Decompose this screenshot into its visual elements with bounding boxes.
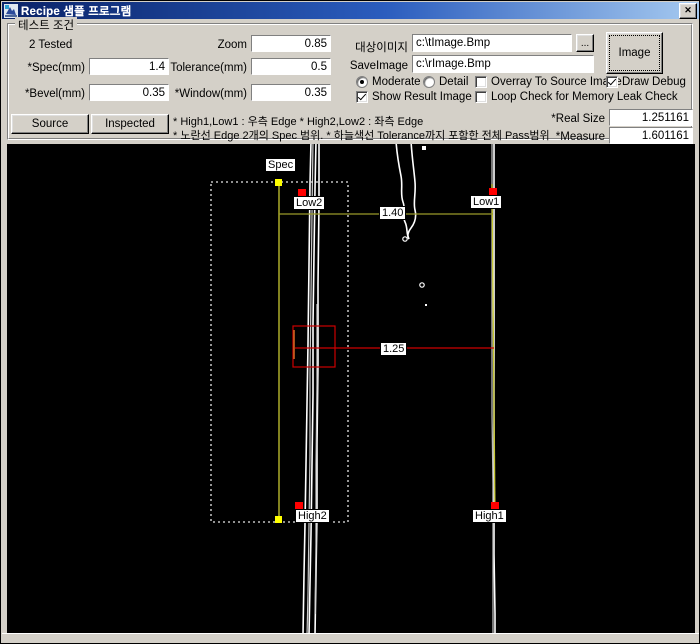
checkbox-loop-check[interactable]: Loop Check for Memory Leak Check xyxy=(475,91,678,103)
spec-input[interactable]: 1.4 xyxy=(89,58,169,75)
high1-marker-label: High1 xyxy=(472,509,507,523)
spec-marker-top xyxy=(275,179,282,186)
bevel-input[interactable]: 0.35 xyxy=(89,84,169,101)
window-controls: ✕ xyxy=(679,2,697,19)
save-image-label: SaveImage xyxy=(349,60,408,72)
save-image-input[interactable]: c:\rImage.Bmp xyxy=(412,55,594,73)
measure-roi-box xyxy=(292,325,336,368)
zoom-label: Zoom xyxy=(217,39,247,51)
checkbox-loop-check-label: Loop Check for Memory Leak Check xyxy=(491,91,678,103)
inspected-button[interactable]: Inspected xyxy=(91,114,169,134)
radio-detail-dot xyxy=(423,76,435,88)
target-image-label: 대상이미지 xyxy=(355,42,408,54)
checkbox-overray-box xyxy=(475,76,487,88)
artifact-node xyxy=(402,236,408,242)
zoom-input[interactable]: 0.85 xyxy=(251,35,331,52)
edge-trace-left-secondary xyxy=(306,144,318,635)
recipe-app-icon xyxy=(4,3,18,18)
radio-detail[interactable]: Detail xyxy=(423,76,468,88)
high2-marker-label: High2 xyxy=(295,509,330,523)
low2-marker-label: Low2 xyxy=(293,196,326,210)
legend-line-2: * 노란선 Edge 2개의 Spec 범위. * 하늘색선 Tolerance… xyxy=(173,130,550,142)
tolerance-input[interactable]: 0.5 xyxy=(251,58,331,75)
measure-output: 1.601161 xyxy=(609,127,693,144)
real-size-label: *Real Size xyxy=(551,113,605,125)
title-bar: Recipe 샘플 프로그램 ✕ xyxy=(2,2,699,19)
low1-marker-label: Low1 xyxy=(470,195,503,209)
checkbox-show-result-image[interactable]: Show Result Image xyxy=(356,91,472,103)
spec-marker-label: Spec xyxy=(265,158,297,172)
source-button[interactable]: Source xyxy=(11,114,89,134)
tolerance-label: Tolerance(mm) xyxy=(170,62,247,74)
measure-140-label: 1.40 xyxy=(379,206,407,220)
checkbox-draw-debug-label: Draw Debug xyxy=(622,76,686,88)
checkbox-show-result-box xyxy=(356,91,368,103)
close-button[interactable]: ✕ xyxy=(679,2,697,19)
artifact-speck-2 xyxy=(419,282,425,288)
measure-125-label: 1.25 xyxy=(380,342,408,356)
real-size-output: 1.251161 xyxy=(609,109,693,126)
measure-label: *Measure xyxy=(555,131,605,143)
application-window: Recipe 샘플 프로그램 ✕ 테스트 조건 2 Tested *Spec(m… xyxy=(0,0,700,644)
checkbox-overray-label: Overray To Source Image xyxy=(491,76,622,88)
checkbox-draw-debug-box xyxy=(606,76,618,88)
test-conditions-label: 테스트 조건 xyxy=(15,17,78,33)
checkbox-draw-debug[interactable]: Draw Debug xyxy=(606,76,686,88)
radio-moderate-label: Moderate xyxy=(372,76,421,88)
browse-button[interactable]: ... xyxy=(576,34,594,52)
artifact-speck-1 xyxy=(422,146,426,150)
inspection-image-canvas[interactable]: Spec Low2 Low1 High2 High1 1.40 1.25 xyxy=(7,144,695,635)
image-button[interactable]: Image xyxy=(606,32,663,74)
radio-detail-label: Detail xyxy=(439,76,469,88)
artifact-trace xyxy=(395,144,417,240)
artifact-speck-3 xyxy=(425,304,427,306)
spec-label: *Spec(mm) xyxy=(27,62,85,74)
target-image-input[interactable]: c:\tImage.Bmp xyxy=(412,34,572,52)
checkbox-overray-to-source[interactable]: Overray To Source Image xyxy=(475,76,622,88)
radio-moderate[interactable]: Moderate xyxy=(356,76,421,88)
inspection-overlay-graphics xyxy=(210,144,499,635)
checkbox-loop-check-box xyxy=(475,91,487,103)
spec-marker-bottom xyxy=(275,516,282,523)
window-input[interactable]: 0.35 xyxy=(251,84,331,101)
radio-moderate-dot xyxy=(356,76,368,88)
checkbox-show-result-label: Show Result Image xyxy=(372,91,472,103)
tested-count-label: 2 Tested xyxy=(29,39,73,51)
status-bar xyxy=(2,633,699,642)
bevel-label: *Bevel(mm) xyxy=(24,88,85,100)
window-label: *Window(mm) xyxy=(174,88,247,100)
